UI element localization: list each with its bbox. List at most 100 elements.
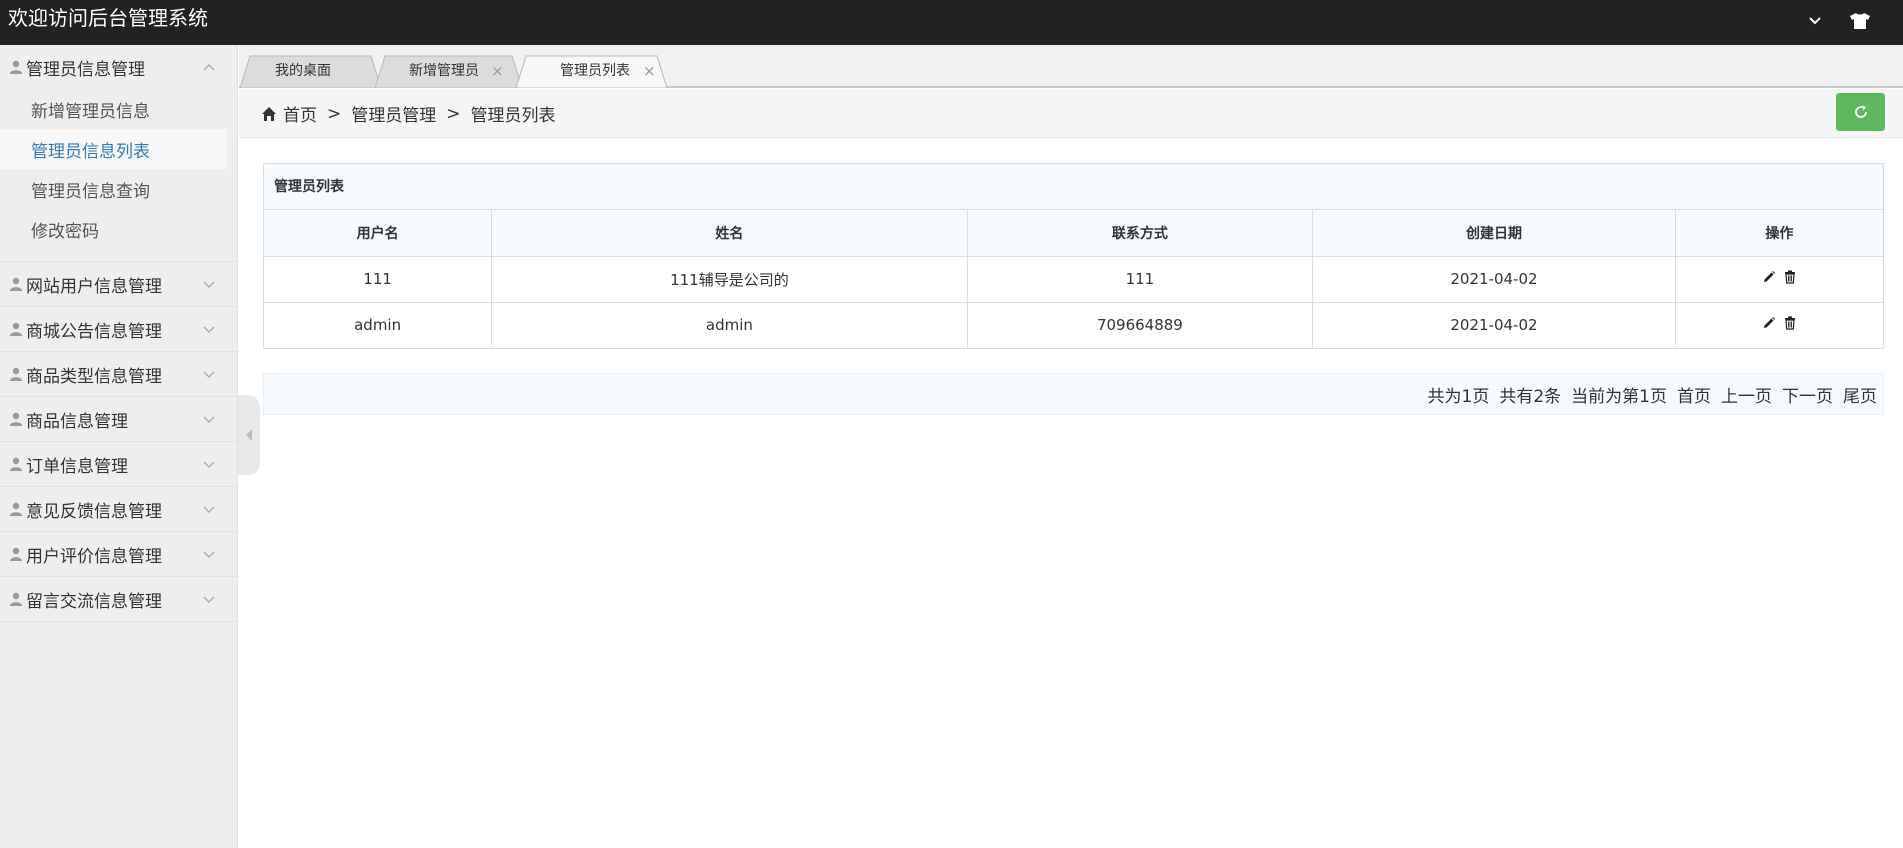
chevron-down-icon <box>203 461 215 468</box>
sidebar-collapse-handle[interactable] <box>238 395 260 475</box>
cell-username: 111 <box>264 256 493 303</box>
refresh-button[interactable] <box>1836 93 1885 131</box>
breadcrumb-current: 管理员列表 <box>470 106 556 126</box>
user-icon <box>10 322 22 336</box>
menu-group-products: 商品信息管理 <box>0 397 237 442</box>
tab-label: 我的桌面 <box>275 63 331 79</box>
chevron-down-icon <box>203 371 215 378</box>
menu-group-announcements: 商城公告信息管理 <box>0 307 237 352</box>
cell-created: 2021-04-02 <box>1312 302 1676 348</box>
cell-created: 2021-04-02 <box>1312 256 1676 303</box>
chevron-down-icon[interactable] <box>1802 8 1828 34</box>
chevron-down-icon <box>203 416 215 423</box>
refresh-icon <box>1854 105 1867 118</box>
admin-table: 用户名 姓名 联系方式 创建日期 操作 111 111辅导是公司的 111 20… <box>264 210 1883 348</box>
sidebar-item-admin-query[interactable]: 管理员信息查询 <box>0 169 227 209</box>
tab-add-admin[interactable]: 新增管理员 × <box>375 55 523 88</box>
menu-group-site-users: 网站用户信息管理 <box>0 262 237 307</box>
trash-icon[interactable] <box>1784 316 1796 330</box>
column-header-name: 姓名 <box>491 210 968 257</box>
menu-group-reviews: 用户评价信息管理 <box>0 532 237 577</box>
cell-username: admin <box>264 302 493 348</box>
cell-contact: 111 <box>967 256 1314 303</box>
home-icon <box>262 106 276 121</box>
menu-head-orders[interactable]: 订单信息管理 <box>0 442 237 486</box>
cell-actions <box>1675 302 1883 348</box>
column-header-created: 创建日期 <box>1312 210 1676 257</box>
menu-group-orders: 订单信息管理 <box>0 442 237 487</box>
pager-current: 当前为第1页 <box>1571 386 1667 407</box>
pager-last-link[interactable]: 尾页 <box>1843 382 1877 407</box>
menu-group-admin: 管理员信息管理 新增管理员信息 管理员信息列表 管理员信息查询 修改密码 <box>0 45 237 262</box>
tab-bar: 我的桌面 新增管理员 × 管理员列表 × <box>239 45 1903 88</box>
panel-title: 管理员列表 <box>264 164 1883 210</box>
breadcrumb-home[interactable]: 首页 <box>283 101 317 126</box>
menu-head-label: 商城公告信息管理 <box>26 321 162 342</box>
breadcrumb-separator: > <box>446 103 461 124</box>
table-header-row: 用户名 姓名 联系方式 创建日期 操作 <box>264 210 1883 257</box>
menu-head-reviews[interactable]: 用户评价信息管理 <box>0 532 237 576</box>
menu-head-messages[interactable]: 留言交流信息管理 <box>0 577 237 621</box>
close-icon[interactable]: × <box>491 55 504 88</box>
pager-prev-link[interactable]: 上一页 <box>1721 382 1772 407</box>
table-row: 111 111辅导是公司的 111 2021-04-02 <box>264 256 1883 303</box>
menu-group-feedback: 意见反馈信息管理 <box>0 487 237 532</box>
user-icon <box>10 60 22 74</box>
menu-head-products[interactable]: 商品信息管理 <box>0 397 237 441</box>
tshirt-icon[interactable] <box>1847 8 1873 34</box>
chevron-down-icon <box>203 281 215 288</box>
breadcrumb-separator: > <box>327 103 342 124</box>
menu-head-site-users[interactable]: 网站用户信息管理 <box>0 262 237 306</box>
pencil-icon[interactable] <box>1762 270 1776 284</box>
cell-actions <box>1675 256 1883 303</box>
menu-head-label: 意见反馈信息管理 <box>26 501 162 522</box>
cell-name: admin <box>491 302 968 348</box>
tab-admin-list[interactable]: 管理员列表 × <box>516 55 668 88</box>
menu-head-announcements[interactable]: 商城公告信息管理 <box>0 307 237 351</box>
sidebar-item-admin-list[interactable]: 管理员信息列表 <box>0 129 227 169</box>
menu-head-label: 管理员信息管理 <box>26 59 145 80</box>
top-header: 欢迎访问后台管理系统 <box>0 0 1903 45</box>
user-icon <box>10 547 22 561</box>
chevron-down-icon <box>203 551 215 558</box>
menu-head-label: 网站用户信息管理 <box>26 276 162 297</box>
trash-icon[interactable] <box>1784 270 1796 284</box>
sidebar: 管理员信息管理 新增管理员信息 管理员信息列表 管理员信息查询 修改密码 网站用… <box>0 45 238 848</box>
user-icon <box>10 592 22 606</box>
column-header-contact: 联系方式 <box>967 210 1314 257</box>
user-icon <box>10 502 22 516</box>
menu-head-product-types[interactable]: 商品类型信息管理 <box>0 352 237 396</box>
menu-head-label: 订单信息管理 <box>26 456 128 477</box>
user-icon <box>10 367 22 381</box>
chevron-down-icon <box>203 506 215 513</box>
breadcrumb-admin-management[interactable]: 管理员管理 <box>351 101 436 126</box>
sidebar-item-change-password[interactable]: 修改密码 <box>0 209 227 249</box>
menu-head-admin[interactable]: 管理员信息管理 <box>0 45 237 89</box>
menu-head-feedback[interactable]: 意见反馈信息管理 <box>0 487 237 531</box>
table-row: admin admin 709664889 2021-04-02 <box>264 302 1883 348</box>
submenu-admin: 新增管理员信息 管理员信息列表 管理员信息查询 修改密码 <box>0 89 237 261</box>
user-icon <box>10 412 22 426</box>
menu-head-label: 商品类型信息管理 <box>26 366 162 387</box>
pager-total-pages: 共为1页 <box>1427 386 1490 407</box>
pager-total-items: 共有2条 <box>1499 386 1562 407</box>
pager-next-link[interactable]: 下一页 <box>1782 382 1833 407</box>
column-header-username: 用户名 <box>264 210 493 257</box>
menu-head-label: 用户评价信息管理 <box>26 546 162 567</box>
sidebar-item-add-admin[interactable]: 新增管理员信息 <box>0 89 227 129</box>
pagination: 共为1页 共有2条 当前为第1页 首页 上一页 下一页 尾页 <box>263 373 1884 415</box>
tab-label: 新增管理员 <box>409 63 479 79</box>
caret-left-icon <box>246 429 252 441</box>
breadcrumb-bar: 首页 > 管理员管理 > 管理员列表 <box>239 89 1903 138</box>
pencil-icon[interactable] <box>1762 316 1776 330</box>
menu-group-product-types: 商品类型信息管理 <box>0 352 237 397</box>
menu-head-label: 留言交流信息管理 <box>26 591 162 612</box>
menu-group-messages: 留言交流信息管理 <box>0 577 237 622</box>
pager-first-link[interactable]: 首页 <box>1677 382 1711 407</box>
tab-my-desktop[interactable]: 我的桌面 <box>240 55 382 88</box>
app-title: 欢迎访问后台管理系统 <box>8 6 208 30</box>
close-icon[interactable]: × <box>643 55 656 88</box>
chevron-down-icon <box>203 326 215 333</box>
cell-contact: 709664889 <box>967 302 1314 348</box>
cell-name: 111辅导是公司的 <box>491 256 968 303</box>
